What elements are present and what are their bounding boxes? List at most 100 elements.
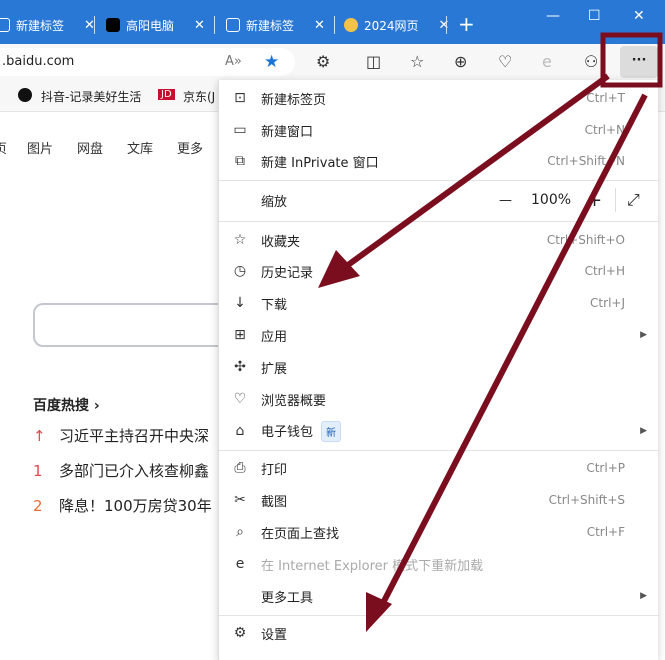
hot-text: 降息！100万房贷30年	[59, 497, 212, 515]
menu-item-inprivate[interactable]: ⧉ 新建 InPrivate 窗口 Ctrl+Shift+N	[219, 145, 659, 177]
heart-pulse-icon: ♡	[233, 391, 247, 407]
menu-item-wallet[interactable]: ⌂ 电子钱包新 ▶	[219, 415, 659, 447]
menu-label: 下载	[261, 297, 288, 313]
menu-label: 历史记录	[261, 265, 314, 281]
divider	[615, 188, 616, 212]
profile-icon[interactable]: ⚇	[584, 52, 598, 71]
menu-item-downloads[interactable]: ↓ 下载 Ctrl+J	[219, 287, 659, 319]
tab[interactable]: 新建标签 ✕	[226, 10, 325, 40]
favorite-star-icon[interactable]: ★	[264, 48, 279, 76]
split-screen-icon[interactable]: ◫	[366, 52, 381, 71]
browser-essentials-icon[interactable]: ♡	[498, 52, 512, 71]
menu-label: 应用	[261, 329, 288, 345]
settings-and-more-button[interactable]: ···	[620, 46, 658, 78]
menu-item-favorites[interactable]: ☆ 收藏夹 Ctrl+Shift+O	[219, 224, 659, 256]
menu-shortcut: Ctrl+Shift+N	[547, 154, 625, 168]
new-badge: 新	[321, 420, 342, 442]
tab-divider	[214, 16, 215, 34]
favorite-link[interactable]: 京东(J	[183, 88, 215, 105]
menu-item-extensions[interactable]: ✣ 扩展	[219, 351, 659, 383]
menu-item-find[interactable]: ⌕ 在页面上查找 Ctrl+F	[219, 516, 659, 548]
zoom-value: 100%	[531, 192, 572, 208]
zoom-out-button[interactable]: —	[499, 193, 512, 208]
favorite-link[interactable]: 抖音-记录美好生活	[41, 88, 141, 105]
menu-label: 浏览器概要	[261, 393, 327, 409]
address-input[interactable]: .baidu.com A» ★	[0, 48, 295, 76]
hot-item[interactable]: 1 多部门已介入核查柳鑫	[33, 460, 209, 481]
menu-item-browser-essentials[interactable]: ♡ 浏览器概要	[219, 383, 659, 415]
nav-link[interactable]: 页	[0, 138, 7, 157]
menu-shortcut: Ctrl+P	[586, 461, 625, 475]
print-icon: ⎙	[234, 460, 246, 476]
close-tab-icon[interactable]: ✕	[314, 18, 325, 33]
new-tab-icon	[0, 18, 10, 32]
close-tab-icon[interactable]: ✕	[439, 18, 450, 33]
douyin-icon	[18, 88, 32, 102]
menu-item-apps[interactable]: ⊞ 应用 ▶	[219, 319, 659, 351]
menu-label: 截图	[261, 494, 288, 510]
zoom-in-button[interactable]: +	[587, 190, 602, 211]
menu-label: 新建 InPrivate 窗口	[261, 155, 379, 171]
close-window-button[interactable]: ✕	[633, 8, 645, 24]
menu-label: 新建窗口	[261, 124, 314, 140]
tab[interactable]: 2024网页 ✕	[344, 10, 449, 40]
tab[interactable]: 新建标签 ✕	[0, 10, 95, 40]
tab[interactable]: 高阳电脑 ✕	[106, 10, 205, 40]
menu-item-new-tab[interactable]: ⊡ 新建标签页 Ctrl+T	[219, 82, 659, 114]
read-aloud-icon[interactable]: A»	[225, 48, 242, 76]
new-window-icon: ▭	[233, 122, 247, 138]
menu-label: 扩展	[261, 361, 288, 377]
menu-label: 在 Internet Explorer 模式下重新加载	[261, 558, 484, 574]
menu-shortcut: Ctrl+N	[584, 123, 625, 137]
cat-icon	[344, 18, 358, 32]
menu-item-print[interactable]: ⎙ 打印 Ctrl+P	[219, 452, 659, 484]
hot-rank: ↑	[33, 427, 46, 445]
menu-label: 更多工具	[261, 590, 314, 606]
menu-item-more-tools[interactable]: 更多工具 ▶	[219, 580, 659, 612]
menu-item-settings[interactable]: ⚙ 设置	[219, 617, 659, 649]
menu-item-history[interactable]: ◷ 历史记录 Ctrl+H	[219, 255, 659, 287]
nav-link[interactable]: 图片	[27, 138, 53, 157]
nav-link[interactable]: 更多	[177, 138, 203, 157]
tab-divider	[334, 16, 335, 34]
menu-shortcut: Ctrl+Shift+S	[548, 493, 625, 507]
maximize-button[interactable]: ☐	[588, 8, 601, 24]
hot-item[interactable]: ↑ 习近平主持召开中央深	[33, 425, 209, 446]
tab-divider	[446, 16, 447, 34]
nav-link[interactable]: 文库	[127, 138, 153, 157]
tab-label: 高阳电脑	[126, 18, 175, 33]
ie-mode-icon[interactable]: e	[542, 52, 552, 71]
menu-item-screenshot[interactable]: ✂ 截图 Ctrl+Shift+S	[219, 484, 659, 516]
hot-rank: 2	[33, 497, 43, 515]
minimize-button[interactable]: —	[546, 8, 560, 24]
hot-item[interactable]: 2 降息！100万房贷30年	[33, 495, 212, 516]
favorites-icon: ☆	[233, 232, 247, 248]
baidu-search-input[interactable]	[33, 303, 233, 347]
new-tab-icon	[226, 18, 240, 32]
menu-shortcut: Ctrl+F	[586, 525, 625, 539]
hot-search-title[interactable]: 百度热搜 ›	[33, 395, 100, 415]
menu-label: 新建标签页	[261, 92, 327, 108]
favorites-icon[interactable]: ☆	[410, 52, 424, 71]
fullscreen-icon[interactable]: ⤢	[627, 190, 640, 210]
new-tab-button[interactable]: +	[458, 12, 475, 36]
wallet-icon: ⌂	[235, 423, 245, 439]
divider	[219, 450, 659, 451]
menu-shortcut: Ctrl+J	[590, 296, 625, 310]
gear-icon: ⚙	[233, 625, 247, 641]
extensions-icon[interactable]: ⚙	[316, 52, 330, 71]
menu-item-zoom: 缩放 — 100% + ⤢	[219, 184, 659, 216]
menu-item-new-window[interactable]: ▭ 新建窗口 Ctrl+N	[219, 114, 659, 146]
tab-bar: 新建标签 ✕ 高阳电脑 ✕ 新建标签 ✕ 2024网页 ✕ + — ☐ ✕	[0, 0, 665, 44]
nav-link[interactable]: 网盘	[77, 138, 103, 157]
divider	[219, 180, 659, 181]
hot-rank: 1	[33, 462, 43, 480]
divider	[219, 615, 659, 616]
close-tab-icon[interactable]: ✕	[194, 18, 205, 33]
tab-label: 新建标签	[246, 18, 295, 33]
url-text: .baidu.com	[2, 54, 75, 69]
menu-label: 缩放	[261, 194, 288, 210]
jd-icon: JD	[158, 89, 175, 100]
collections-icon[interactable]: ⊕	[454, 52, 467, 71]
menu-shortcut: Ctrl+Shift+O	[546, 233, 625, 247]
